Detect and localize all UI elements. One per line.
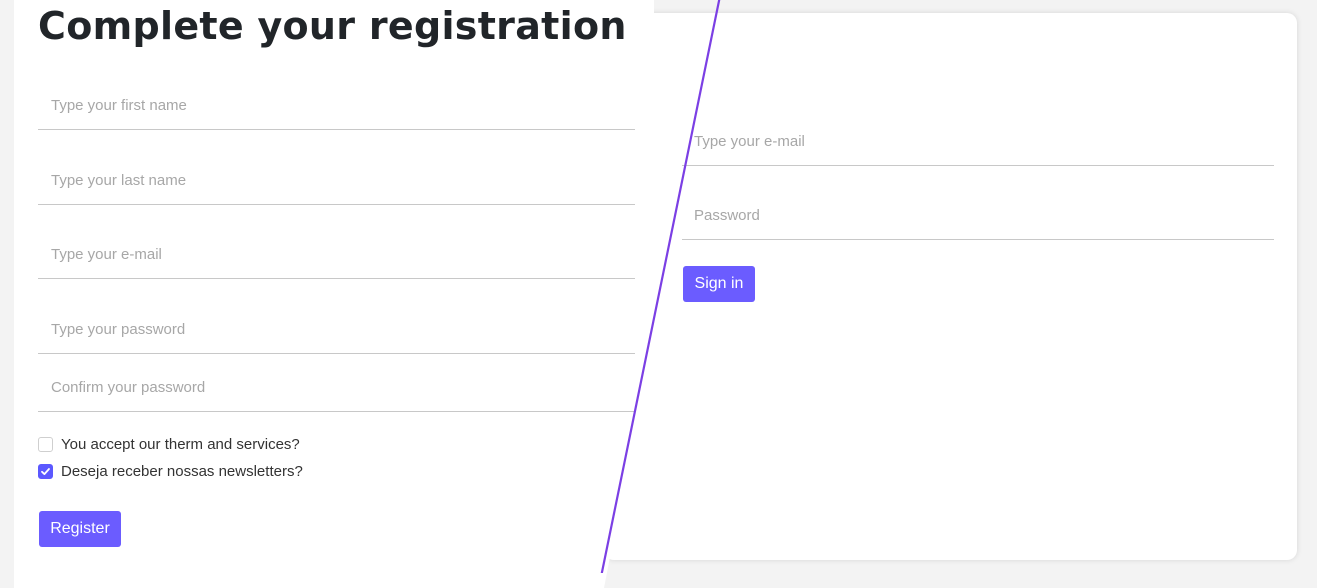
last-name-field[interactable]: [38, 157, 635, 205]
terms-checkbox[interactable]: [38, 437, 53, 452]
newsletter-label: Deseja receber nossas newsletters?: [61, 463, 303, 480]
page-title: Complete your registration: [38, 4, 627, 48]
login-email-field[interactable]: [682, 118, 1274, 166]
register-button[interactable]: Register: [39, 511, 121, 547]
newsletter-checkbox-row[interactable]: Deseja receber nossas newsletters?: [38, 463, 303, 480]
terms-checkbox-row[interactable]: You accept our therm and services?: [38, 436, 300, 453]
sign-in-button[interactable]: Sign in: [683, 266, 755, 302]
check-icon: [41, 468, 50, 475]
terms-label: You accept our therm and services?: [61, 436, 300, 453]
first-name-field[interactable]: [38, 82, 635, 130]
password-field[interactable]: [38, 306, 635, 354]
login-password-field[interactable]: [682, 192, 1274, 240]
email-field[interactable]: [38, 231, 635, 279]
newsletter-checkbox[interactable]: [38, 464, 53, 479]
confirm-password-field[interactable]: [38, 364, 635, 412]
